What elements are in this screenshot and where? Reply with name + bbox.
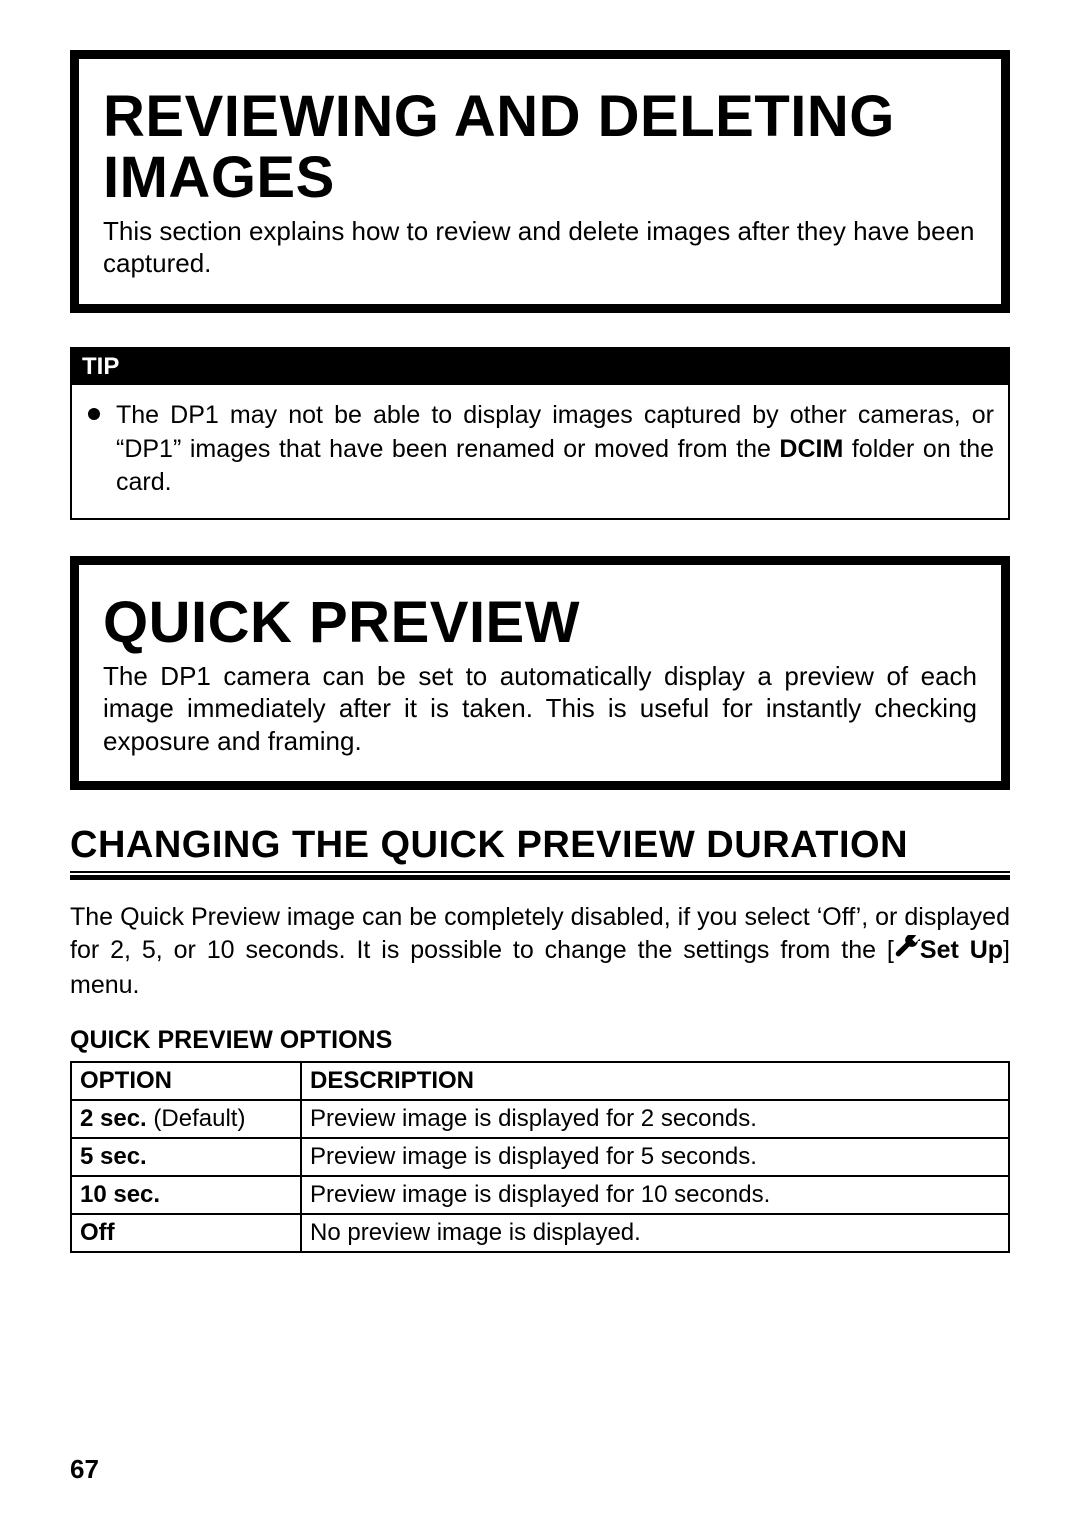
tip-body: The DP1 may not be able to display image…	[72, 385, 1008, 518]
table-header-row: OPTION DESCRIPTION	[71, 1062, 1009, 1100]
table-row: 5 sec. Preview image is displayed for 5 …	[71, 1138, 1009, 1176]
description-cell: Preview image is displayed for 10 second…	[301, 1176, 1009, 1214]
option-note: (Default)	[147, 1105, 246, 1132]
setup-label: Set Up	[920, 936, 1003, 964]
hero-box-reviewing: REVIEWING AND DELETING IMAGES This secti…	[70, 50, 1010, 313]
option-label: 2 sec.	[80, 1105, 147, 1132]
hero-title-quick-preview: QUICK PREVIEW	[103, 593, 977, 654]
section-para-pre: The Quick Preview image can be completel…	[70, 903, 1010, 964]
option-cell: 2 sec. (Default)	[71, 1100, 301, 1138]
option-label: Off	[80, 1219, 115, 1246]
hero-box-quick-preview: QUICK PREVIEW The DP1 camera can be set …	[70, 556, 1010, 790]
hero-desc-quick-preview: The DP1 camera can be set to automatical…	[103, 660, 977, 758]
tip-text-bold: DCIM	[779, 435, 843, 463]
tip-item: The DP1 may not be able to display image…	[86, 399, 994, 500]
section-heading-duration: CHANGING THE QUICK PREVIEW DURATION	[70, 824, 1010, 873]
col-header-option: OPTION	[71, 1062, 301, 1100]
description-cell: Preview image is displayed for 5 seconds…	[301, 1138, 1009, 1176]
hero-desc-reviewing: This section explains how to review and …	[103, 215, 977, 280]
table-title: QUICK PREVIEW OPTIONS	[70, 1026, 1010, 1055]
tip-list: The DP1 may not be able to display image…	[86, 399, 994, 500]
description-cell: Preview image is displayed for 2 seconds…	[301, 1100, 1009, 1138]
option-cell: Off	[71, 1214, 301, 1252]
tip-box: TIP The DP1 may not be able to display i…	[70, 347, 1010, 520]
table-row: Off No preview image is displayed.	[71, 1214, 1009, 1252]
option-label: 10 sec.	[80, 1181, 160, 1208]
options-table: OPTION DESCRIPTION 2 sec. (Default) Prev…	[70, 1061, 1010, 1253]
col-header-description: DESCRIPTION	[301, 1062, 1009, 1100]
wrench-icon	[894, 935, 920, 970]
option-label: 5 sec.	[80, 1143, 147, 1170]
tip-label: TIP	[72, 349, 1008, 385]
description-cell: No preview image is displayed.	[301, 1214, 1009, 1252]
option-cell: 10 sec.	[71, 1176, 301, 1214]
hero-title-reviewing: REVIEWING AND DELETING IMAGES	[103, 87, 977, 209]
page-number: 67	[70, 1454, 99, 1485]
section-paragraph: The Quick Preview image can be completel…	[70, 901, 1010, 1002]
table-row: 10 sec. Preview image is displayed for 1…	[71, 1176, 1009, 1214]
table-row: 2 sec. (Default) Preview image is displa…	[71, 1100, 1009, 1138]
option-cell: 5 sec.	[71, 1138, 301, 1176]
